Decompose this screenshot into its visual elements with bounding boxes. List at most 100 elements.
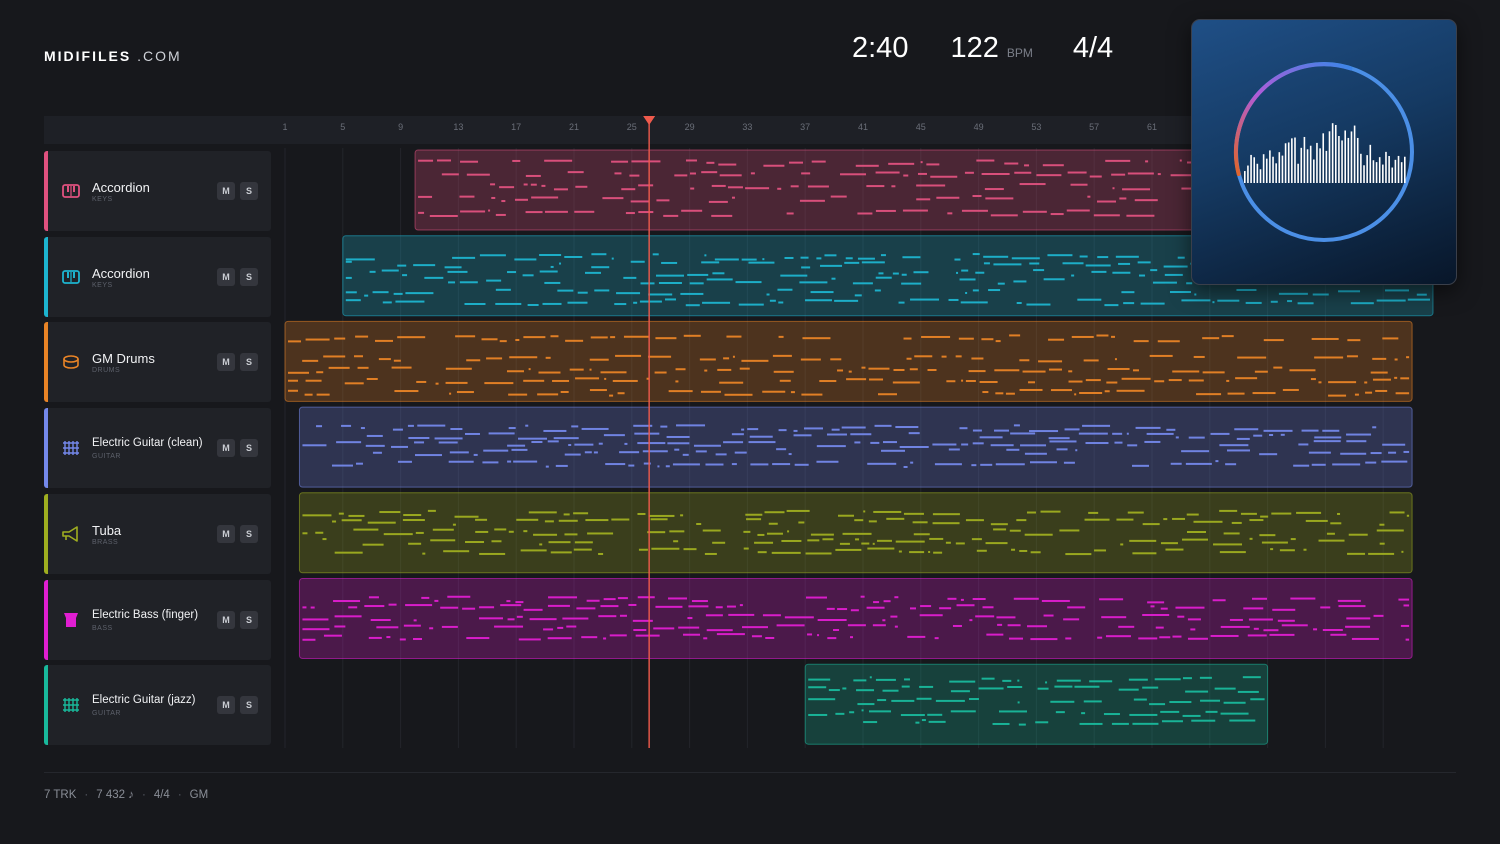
wave-bar [1309, 145, 1312, 183]
mute-button[interactable]: M [217, 353, 235, 372]
ruler-tick: 5 [340, 122, 346, 132]
track-header[interactable]: Electric Guitar (clean) GUITAR M S [44, 408, 271, 489]
midi-region [298, 578, 1413, 659]
solo-button[interactable]: S [240, 439, 258, 458]
solo-button[interactable]: S [240, 353, 258, 372]
wave-bar [1328, 131, 1331, 183]
footer-signature: 4/4 [153, 789, 170, 801]
track-header[interactable]: Accordion KEYS M S [44, 236, 271, 317]
track-header[interactable]: GM Drums DRUMS M S [44, 322, 271, 403]
track-category: GUITAR [92, 453, 121, 461]
track-header[interactable]: Electric Guitar (jazz) GUITAR M S [44, 665, 271, 746]
track-color-stripe [44, 408, 48, 489]
track-color-stripe [44, 236, 48, 317]
wave-bar [1322, 133, 1325, 183]
mute-button[interactable]: M [217, 610, 235, 629]
waveform-ring-visual [1233, 62, 1414, 242]
ruler-tick: 9 [398, 122, 404, 132]
bass-icon [62, 612, 80, 628]
wave-bar [1360, 153, 1362, 183]
wave-bar [1244, 171, 1246, 183]
wave-bar [1338, 136, 1340, 183]
wave-bar [1347, 137, 1350, 183]
mute-button[interactable]: M [217, 524, 235, 543]
track-header[interactable]: Tuba BRASS M S [44, 493, 271, 574]
track-name: Accordion [92, 265, 150, 281]
note-count: 7 432 ♪ [96, 789, 134, 801]
wave-bar [1253, 157, 1256, 183]
wave-bar [1366, 155, 1368, 183]
wave-bar [1319, 148, 1321, 183]
wave-bar [1353, 125, 1356, 183]
midi-region [804, 663, 1269, 745]
track-category: DRUMS [92, 367, 121, 375]
wave-bar [1316, 142, 1318, 183]
midi-standard: GM [189, 789, 209, 801]
brass-icon [62, 525, 80, 542]
brand-name: MIDIFILES [44, 48, 132, 64]
wave-bar [1404, 156, 1406, 183]
bpm-value: 122 [950, 32, 999, 64]
track-name: Electric Bass (finger) [92, 608, 199, 621]
wave-bar [1275, 163, 1277, 183]
mute-button[interactable]: M [217, 439, 235, 458]
track-category: BRASS [92, 538, 119, 546]
tempo-display: 122 BPM [950, 32, 1032, 65]
mute-button[interactable]: M [217, 696, 235, 715]
midi-region [298, 492, 1413, 574]
wave-bar [1259, 169, 1262, 183]
wave-bar [1287, 142, 1290, 183]
guitar-icon [62, 697, 80, 713]
wave-bar [1341, 140, 1343, 183]
separator: · [141, 789, 146, 801]
time-display: 2:40 [852, 32, 909, 64]
track-name: Electric Guitar (jazz) [92, 694, 196, 707]
separator: · [84, 789, 89, 801]
solo-button[interactable]: S [240, 182, 258, 200]
wave-bar [1391, 167, 1394, 183]
track-category: GUITAR [92, 710, 121, 718]
drum-icon [62, 354, 80, 370]
mute-button[interactable]: M [217, 182, 235, 200]
ruler-tick: 49 [973, 122, 984, 132]
ruler-tick: 41 [857, 122, 869, 132]
brand-logo: MIDIFILES .COM [44, 48, 182, 64]
track-color-stripe [44, 665, 48, 746]
time-signature: 4/4 [1072, 32, 1114, 64]
mute-button[interactable]: M [217, 267, 235, 286]
wave-bar [1369, 144, 1372, 183]
ruler-tick: 17 [511, 122, 522, 132]
wave-bar [1300, 147, 1303, 183]
ruler-tick: 57 [1089, 122, 1100, 132]
wave-bar [1400, 162, 1403, 183]
wave-bar [1250, 154, 1252, 183]
separator: · [177, 789, 182, 801]
wave-bar [1350, 131, 1353, 183]
solo-button[interactable]: S [240, 267, 258, 286]
solo-button[interactable]: S [240, 524, 258, 543]
wave-bar [1397, 155, 1400, 183]
wave-bar [1388, 156, 1390, 183]
track-header[interactable]: Electric Bass (finger) BASS M S [44, 579, 271, 660]
bpm-unit: BPM [1006, 46, 1033, 60]
wave-bar [1256, 163, 1259, 183]
track-header[interactable]: Accordion KEYS M S [44, 151, 271, 231]
brand-domain: .COM [137, 48, 182, 64]
wave-bar [1313, 159, 1315, 183]
guitar-icon [62, 440, 80, 456]
track-color-stripe [44, 493, 48, 574]
ruler-tick: 33 [742, 122, 753, 132]
wave-bar [1265, 158, 1268, 183]
solo-button[interactable]: S [240, 610, 258, 629]
track-name: Tuba [92, 522, 122, 538]
solo-button[interactable]: S [240, 696, 258, 715]
wave-bar [1378, 157, 1381, 183]
track-name: Accordion [92, 180, 150, 195]
wave-bar [1344, 130, 1346, 183]
wave-bar [1281, 155, 1284, 183]
wave-bar [1294, 137, 1296, 183]
wave-bar [1247, 165, 1249, 183]
footer-summary: 7 TRK · 7 432 ♪ · 4/4 · GM [44, 789, 208, 801]
wave-bar [1394, 159, 1397, 183]
track-color-stripe [44, 579, 48, 660]
